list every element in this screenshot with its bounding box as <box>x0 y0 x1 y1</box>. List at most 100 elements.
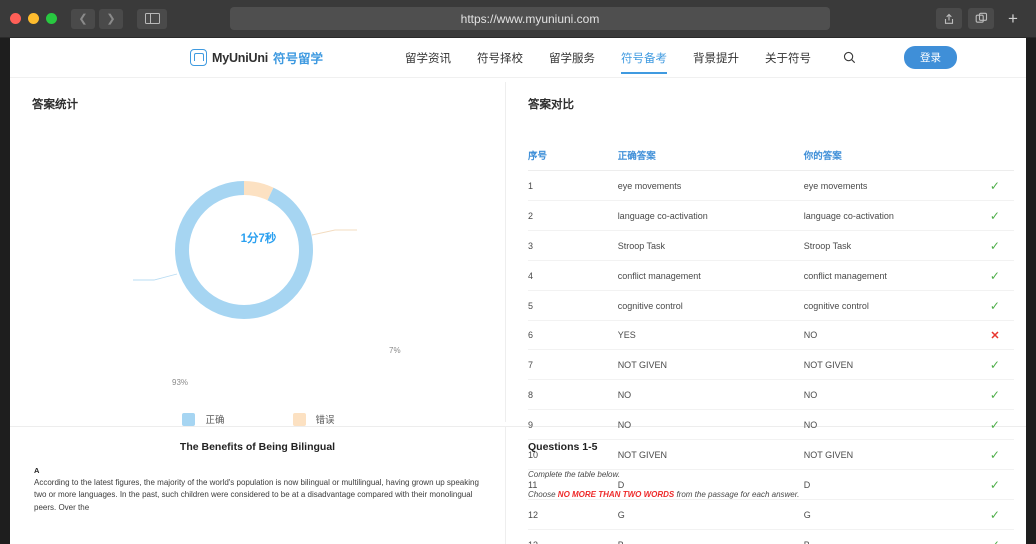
cell-your-answer: Stroop Task <box>804 231 976 261</box>
cell-no: 5 <box>528 291 618 321</box>
cell-correct-answer: Stroop Task <box>618 231 804 261</box>
cell-correct-answer: language co-activation <box>618 201 804 231</box>
nav-item-news[interactable]: 留学资讯 <box>405 39 451 76</box>
main-navigation: 留学资讯 符号择校 留学服务 符号备考 背景提升 关于符号 登录 <box>405 39 957 76</box>
instruction-suffix: from the passage for each answer. <box>674 490 799 499</box>
cell-your-answer: conflict management <box>804 261 976 291</box>
new-tab-button[interactable]: + <box>1000 8 1026 29</box>
cell-no: 1 <box>528 171 618 201</box>
column-header-your-answer: 你的答案 <box>804 142 976 171</box>
legend-swatch-correct <box>182 413 195 426</box>
legend-item-correct[interactable]: 正确 <box>182 412 224 426</box>
tab-overview-icon[interactable] <box>968 8 994 29</box>
leader-line-correct <box>133 274 177 280</box>
address-bar-url: https://www.myuniuni.com <box>461 12 600 26</box>
cell-no: 2 <box>528 201 618 231</box>
donut-label-correct: 93% <box>172 378 188 387</box>
table-row: 4conflict managementconflict management✓ <box>528 261 1014 291</box>
nav-item-exam-prep[interactable]: 符号备考 <box>621 39 667 76</box>
column-header-correct-answer: 正确答案 <box>618 142 804 171</box>
cell-no: 7 <box>528 350 618 380</box>
donut-segment-correct <box>182 188 306 312</box>
result-mark-wrong: ✕ <box>990 330 999 342</box>
instruction-prefix: Choose <box>528 490 558 499</box>
forward-icon[interactable]: ❯ <box>99 9 123 29</box>
questions-instruction-2: Choose NO MORE THAN TWO WORDS from the p… <box>528 489 1008 502</box>
cell-correct-answer: YES <box>618 321 804 350</box>
donut-label-wrong: 7% <box>389 346 401 355</box>
check-icon: ✓ <box>976 201 1014 231</box>
site-header: MyUniUni 符号留学 留学资讯 符号择校 留学服务 符号备考 背景提升 关… <box>10 38 1026 78</box>
cell-your-answer: NO <box>804 380 976 410</box>
chrome-right-buttons: + <box>936 8 1026 29</box>
result-mark-correct: ✓ <box>990 239 1000 253</box>
browser-window: ❮ ❯ https://www.myuniuni.com + <box>0 0 1036 544</box>
close-window-button[interactable] <box>10 13 21 24</box>
donut-chart-svg <box>109 122 409 382</box>
minimize-window-button[interactable] <box>28 13 39 24</box>
share-icon[interactable] <box>936 8 962 29</box>
legend-item-wrong[interactable]: 错误 <box>293 412 335 426</box>
donut-center-value: 1分7秒 <box>241 230 277 246</box>
navigation-buttons[interactable]: ❮ ❯ <box>71 9 123 29</box>
main-panels: 答案统计 1分7秒 93% 7% <box>10 78 1026 426</box>
questions-panel: Questions 1-5 Complete the table below. … <box>505 427 1026 544</box>
instruction-emphasis: NO MORE THAN TWO WORDS <box>558 490 674 499</box>
sidebar-toggle-icon[interactable] <box>137 9 167 29</box>
table-row: 5cognitive controlcognitive control✓ <box>528 291 1014 321</box>
cell-correct-answer: NOT GIVEN <box>618 350 804 380</box>
result-mark-correct: ✓ <box>990 358 1000 372</box>
column-header-no: 序号 <box>528 142 618 171</box>
check-icon: ✓ <box>976 261 1014 291</box>
nav-item-school-selection[interactable]: 符号择校 <box>477 39 523 76</box>
result-mark-correct: ✓ <box>990 388 1000 402</box>
site-logo[interactable]: MyUniUni 符号留学 <box>190 48 323 67</box>
cell-your-answer: eye movements <box>804 171 976 201</box>
maximize-window-button[interactable] <box>46 13 57 24</box>
nav-item-about[interactable]: 关于符号 <box>765 39 811 76</box>
cell-your-answer: NO <box>804 321 976 350</box>
check-icon: ✓ <box>976 231 1014 261</box>
table-header-row: 序号 正确答案 你的答案 <box>528 142 1014 171</box>
donut-chart: 1分7秒 93% 7% 正确 错误 <box>32 112 485 412</box>
logo-text-en: MyUniUni <box>212 51 268 65</box>
legend-label-wrong: 错误 <box>316 412 335 426</box>
paragraph-letter: A <box>34 466 481 475</box>
cell-correct-answer: eye movements <box>618 171 804 201</box>
answer-comparison-title: 答案对比 <box>528 96 1014 112</box>
browser-titlebar: ❮ ❯ https://www.myuniuni.com + <box>0 0 1036 38</box>
result-mark-correct: ✓ <box>990 179 1000 193</box>
table-row: 1eye movementseye movements✓ <box>528 171 1014 201</box>
address-bar[interactable]: https://www.myuniuni.com <box>230 7 830 30</box>
back-icon[interactable]: ❮ <box>71 9 95 29</box>
check-icon: ✓ <box>976 350 1014 380</box>
legend-label-correct: 正确 <box>205 412 224 426</box>
reading-section: The Benefits of Being Bilingual A Accord… <box>10 426 1026 544</box>
cell-no: 8 <box>528 380 618 410</box>
table-row: 7NOT GIVENNOT GIVEN✓ <box>528 350 1014 380</box>
logo-text-cn: 符号留学 <box>273 48 323 67</box>
answer-comparison-panel: 答案对比 序号 正确答案 你的答案 1eye movementseye move… <box>506 78 1026 426</box>
table-row: 3Stroop TaskStroop Task✓ <box>528 231 1014 261</box>
table-row: 6YESNO ✕ <box>528 321 1014 350</box>
passage-title: The Benefits of Being Bilingual <box>34 441 481 453</box>
login-button[interactable]: 登录 <box>904 46 957 69</box>
questions-instruction-1: Complete the table below. <box>528 469 1008 482</box>
cell-no: 6 <box>528 321 618 350</box>
cell-correct-answer: cognitive control <box>618 291 804 321</box>
cell-your-answer: language co-activation <box>804 201 976 231</box>
check-icon: ✓ <box>976 171 1014 201</box>
result-mark-correct: ✓ <box>990 209 1000 223</box>
result-mark-correct: ✓ <box>990 299 1000 313</box>
donut-legend: 正确 错误 <box>32 412 485 426</box>
nav-item-background-boost[interactable]: 背景提升 <box>693 39 739 76</box>
result-mark-correct: ✓ <box>990 269 1000 283</box>
search-icon[interactable] <box>843 51 856 64</box>
check-icon: ✓ <box>976 380 1014 410</box>
legend-swatch-wrong <box>293 413 306 426</box>
cross-icon: ✕ <box>976 321 1014 350</box>
nav-item-services[interactable]: 留学服务 <box>549 39 595 76</box>
check-icon: ✓ <box>976 291 1014 321</box>
column-header-result <box>976 142 1014 171</box>
window-controls[interactable] <box>10 13 57 24</box>
